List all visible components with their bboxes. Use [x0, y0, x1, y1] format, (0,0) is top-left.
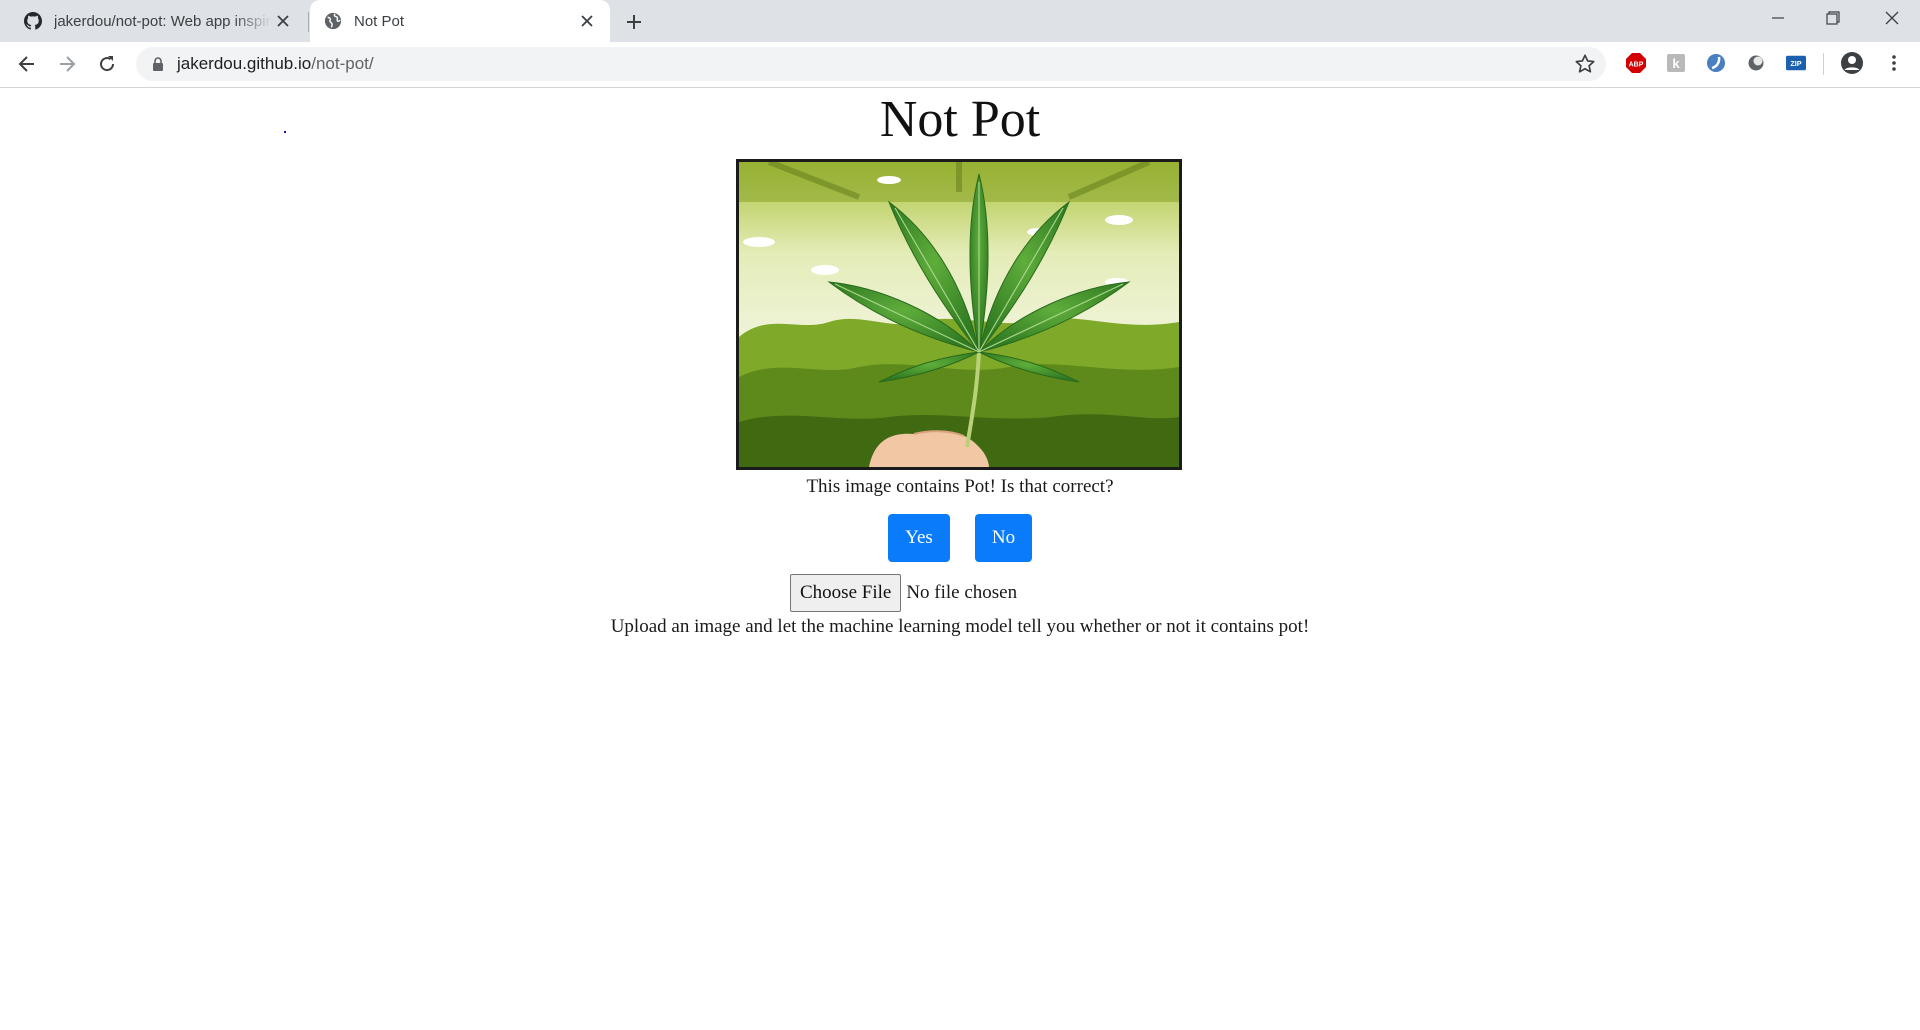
new-tab-button[interactable] [620, 8, 648, 36]
page-title: Not Pot [879, 91, 1041, 148]
back-arrow-icon [18, 56, 34, 72]
back-button[interactable] [12, 49, 42, 79]
tab-strip: jakerdou/not-pot: Web app inspired Not P… [0, 0, 1920, 42]
page-content: Not Pot This image contains Pot! Is that… [0, 88, 1920, 1030]
uploaded-image [736, 159, 1182, 470]
url-text: jakerdou.github.io/not-pot/ [177, 54, 374, 74]
bookmark-star-icon[interactable] [1574, 53, 1596, 75]
prediction-caption: This image contains Pot! Is that correct… [806, 476, 1114, 497]
minimize-icon [1772, 17, 1784, 19]
no-button[interactable]: No [975, 514, 1032, 562]
k-extension-icon[interactable]: k [1666, 53, 1686, 73]
tab-github[interactable]: jakerdou/not-pot: Web app inspired [10, 0, 306, 42]
restore-icon [1826, 11, 1840, 25]
svg-text:k: k [1672, 56, 1680, 71]
cannabis-leaf-photo [739, 162, 1179, 467]
globe-icon [324, 12, 342, 30]
reload-button[interactable] [92, 49, 122, 79]
profile-avatar-icon[interactable] [1840, 51, 1864, 75]
file-status-text: No file chosen [906, 582, 1018, 603]
forward-arrow-icon [60, 56, 76, 72]
tab-separator [308, 12, 309, 32]
tab-not-pot[interactable]: Not Pot [310, 0, 610, 42]
edge-extension-icon[interactable] [1706, 53, 1726, 73]
github-icon [24, 12, 42, 30]
reload-icon [100, 56, 115, 72]
svg-text:ZIP: ZIP [1790, 59, 1801, 68]
close-window-button[interactable] [1864, 0, 1920, 36]
upload-instructions: Upload an image and let the machine lear… [610, 616, 1310, 637]
zip-extension-icon[interactable]: ZIP [1786, 53, 1806, 73]
adblock-plus-icon[interactable]: ABP [1626, 53, 1646, 73]
file-input[interactable]: Choose File No file chosen [790, 574, 1017, 612]
tab-title: jakerdou/not-pot: Web app inspired [54, 12, 272, 30]
tab-title: Not Pot [354, 12, 405, 30]
restore-button[interactable] [1805, 0, 1861, 36]
close-tab-icon[interactable] [576, 10, 598, 32]
close-window-icon [1885, 11, 1899, 25]
plus-icon [627, 15, 641, 29]
forward-button[interactable] [52, 49, 82, 79]
circle-extension-icon[interactable] [1746, 53, 1766, 73]
minimize-button[interactable] [1750, 0, 1806, 36]
toolbar-separator [1823, 53, 1824, 75]
close-tab-icon[interactable] [272, 10, 294, 32]
address-bar[interactable]: jakerdou.github.io/not-pot/ [136, 47, 1606, 81]
url-path: /not-pot/ [311, 54, 374, 73]
yes-button[interactable]: Yes [888, 514, 950, 562]
choose-file-button[interactable]: Choose File [790, 574, 902, 612]
url-host: jakerdou.github.io [177, 54, 312, 73]
menu-kebab-icon[interactable] [1884, 53, 1904, 73]
lock-icon [153, 57, 163, 71]
svg-text:ABP: ABP [1629, 62, 1644, 69]
